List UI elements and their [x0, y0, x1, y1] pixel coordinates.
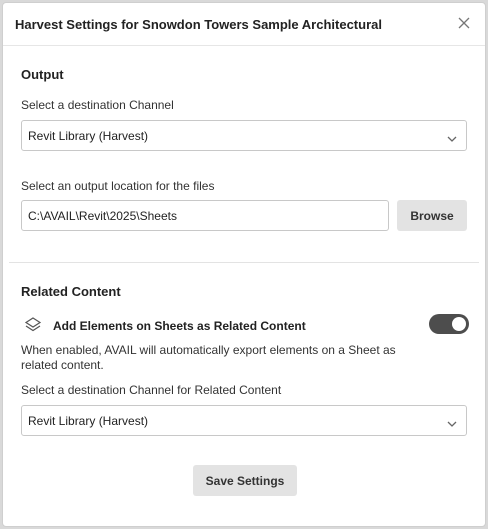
- output-location-value: C:\AVAIL\Revit\2025\Sheets: [28, 209, 177, 223]
- related-content-description: When enabled, AVAIL will automatically e…: [21, 343, 396, 372]
- layers-icon: [23, 315, 43, 335]
- close-icon[interactable]: [455, 14, 473, 32]
- channel-select-value: Revit Library (Harvest): [28, 129, 149, 143]
- save-settings-button[interactable]: Save Settings: [193, 465, 297, 496]
- location-label: Select an output location for the files: [21, 179, 215, 193]
- related-channel-label: Select a destination Channel for Related…: [21, 383, 282, 397]
- dialog-titlebar: Harvest Settings for Snowdon Towers Samp…: [3, 3, 485, 46]
- chevron-down-icon: [446, 416, 458, 427]
- related-channel-select[interactable]: Revit Library (Harvest): [21, 405, 467, 436]
- channel-select[interactable]: Revit Library (Harvest): [21, 120, 467, 151]
- related-content-toggle-label: Add Elements on Sheets as Related Conten…: [53, 319, 306, 333]
- section-divider: [9, 262, 479, 263]
- related-channel-select-value: Revit Library (Harvest): [28, 414, 149, 428]
- chevron-down-icon: [446, 131, 458, 142]
- browse-button[interactable]: Browse: [397, 200, 467, 231]
- output-location-input[interactable]: C:\AVAIL\Revit\2025\Sheets: [21, 200, 389, 231]
- toggle-knob: [452, 317, 466, 331]
- related-content-toggle[interactable]: [429, 314, 469, 334]
- harvest-settings-dialog: Harvest Settings for Snowdon Towers Samp…: [2, 2, 486, 527]
- channel-label: Select a destination Channel: [21, 98, 174, 112]
- output-heading: Output: [21, 67, 64, 82]
- dialog-title: Harvest Settings for Snowdon Towers Samp…: [15, 17, 382, 32]
- related-content-heading: Related Content: [21, 284, 121, 299]
